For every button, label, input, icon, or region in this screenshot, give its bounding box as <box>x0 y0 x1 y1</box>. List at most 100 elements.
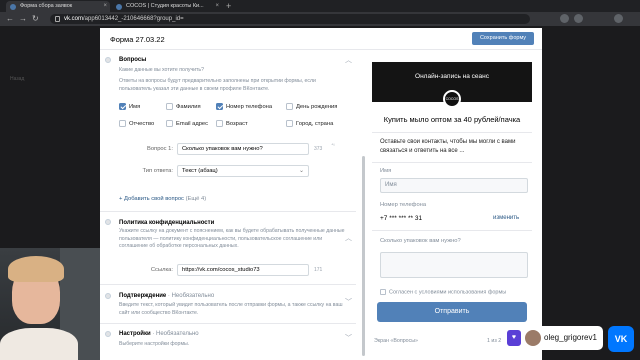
save-form-button[interactable]: Сохранить форму <box>472 32 534 45</box>
custom-question-input[interactable]: Сколько упаковок вам нужно? <box>177 143 309 155</box>
preview-page-counter: 1 из 2 <box>487 338 502 344</box>
chevron-down-icon[interactable]: ﹀ <box>345 335 352 342</box>
privacy-title: Политика конфиденциальности <box>119 220 215 226</box>
preview-title: Купить мыло оптом за 40 рублей/пачка <box>383 115 521 124</box>
settings-hint: Выберите настройки формы. <box>119 341 190 347</box>
add-question-link[interactable]: + Добавить свой вопрос (Ещё 4) <box>119 196 206 202</box>
vk-favicon <box>116 4 122 10</box>
questions-title: Вопросы <box>119 57 147 63</box>
questions-radio-icon <box>105 57 111 63</box>
url-host: vk.com <box>64 16 84 22</box>
chevron-up-icon[interactable]: ︿ <box>345 235 352 242</box>
preview-divider <box>372 162 532 163</box>
new-tab-button[interactable]: + <box>226 0 231 12</box>
privacy-radio-icon <box>105 219 111 225</box>
consent-text: Согласен с условиями использования формы <box>389 289 507 296</box>
lock-icon <box>55 16 60 22</box>
answer-type-select[interactable]: Текст (абзац) ⌄ <box>177 165 309 177</box>
vk-favicon <box>10 4 16 10</box>
scrollbar[interactable] <box>362 156 365 356</box>
url-path: /app6013442_-210646668?group_id= <box>83 16 184 22</box>
confirmation-title-text: Подтверждение <box>119 293 167 299</box>
checkbox-birthday[interactable] <box>286 103 293 110</box>
answer-type-value: Текст (абзац) <box>182 168 218 174</box>
optional-tag: · Необязательно <box>152 331 199 337</box>
profile-avatar-icon[interactable] <box>614 14 623 23</box>
checkbox-last-name[interactable] <box>166 103 173 110</box>
form-preview: Онлайн-запись на сеанс COCOS Купить мыло… <box>372 62 532 354</box>
extensions-puzzle-icon[interactable] <box>574 14 583 23</box>
modal-title: Форма 27.03.22 <box>110 35 165 44</box>
streamer-badge: ♥ oleg_grigorev1 <box>507 326 603 350</box>
chevron-down-icon[interactable]: ﹀ <box>345 299 352 306</box>
tab-title: Форма сбора заявок <box>20 3 73 9</box>
preview-description: Оставьте свои контакты, чтобы мы могли с… <box>380 139 516 154</box>
answer-type-label: Тип ответа: <box>142 168 174 174</box>
section-divider <box>100 211 356 212</box>
drag-handle-icon[interactable]: ⁺ˡ <box>331 143 334 149</box>
webcam-overlay <box>0 248 100 360</box>
preview-question-label: Сколько упаковок вам нужно? <box>380 238 461 244</box>
add-question-label: Добавить свой вопрос <box>124 196 184 202</box>
custom-question-label: Вопрос 1: <box>146 146 173 152</box>
checkbox-first-name[interactable] <box>119 103 126 110</box>
chevron-up-icon[interactable]: ︿ <box>345 57 352 64</box>
vk-logo-icon: VK <box>608 326 634 352</box>
webcam-person-body <box>0 328 78 360</box>
section-divider <box>100 323 356 324</box>
back-arrow-icon[interactable]: ← <box>6 13 14 25</box>
preview-divider <box>372 132 532 133</box>
webcam-person-hair <box>8 256 64 282</box>
chevron-down-icon: ⌄ <box>298 168 304 174</box>
checkbox-patronymic[interactable] <box>119 120 126 127</box>
privacy-link-label: Ссылка: <box>150 267 173 273</box>
add-question-remaining: (Ещё 4) <box>185 196 207 202</box>
checkbox-city[interactable] <box>286 120 293 127</box>
preview-consent[interactable]: Согласен с условиями использования формы <box>380 289 506 295</box>
questions-hint: Ответы на вопросы будут предварительно з… <box>119 78 316 92</box>
browser-tab-form[interactable]: Форма сбора заявок × <box>6 1 110 12</box>
checkbox-label: Город, страна <box>296 121 334 127</box>
privacy-hint: Укажите ссылку на документ с пояснением,… <box>119 228 345 249</box>
section-divider <box>100 284 356 285</box>
preview-divider <box>372 230 532 231</box>
reload-icon[interactable]: ↻ <box>32 13 39 25</box>
preview-submit-button[interactable]: Отправить <box>377 302 527 322</box>
checkbox-label: Имя <box>129 104 141 110</box>
forward-arrow-icon[interactable]: → <box>19 13 27 25</box>
confirmation-radio-icon <box>105 293 111 299</box>
settings-title-text: Настройки <box>119 331 151 337</box>
checkbox-label: Фамилия <box>176 104 201 110</box>
extension-icon[interactable] <box>560 14 569 23</box>
close-tab-icon[interactable]: × <box>215 1 219 12</box>
questions-subtitle: Какие данные вы хотите получить? <box>119 67 205 73</box>
preview-phone-change-link[interactable]: изменить <box>493 215 519 221</box>
close-tab-icon[interactable]: × <box>103 1 107 12</box>
confirmation-title: Подтверждение · Необязательно <box>119 293 214 299</box>
streamer-username: oleg_grigorev1 <box>544 333 597 342</box>
checkbox-age[interactable] <box>216 120 223 127</box>
consent-checkbox[interactable] <box>380 289 386 295</box>
settings-title: Настройки · Необязательно <box>119 331 199 337</box>
checkbox-phone[interactable] <box>216 103 223 110</box>
checkbox-label: Отчество <box>129 121 155 127</box>
privacy-link-counter: 171 <box>314 267 323 273</box>
cocos-logo: COCOS <box>443 90 461 108</box>
privacy-link-input[interactable]: https://vk.com/cocos_studio73 <box>177 264 309 276</box>
preview-screen-name: Экран «Вопросы» <box>374 338 418 344</box>
browser-tabbar: Форма сбора заявок × COCOS | Студия крас… <box>0 0 640 12</box>
checkbox-label: Номер телефона <box>226 104 273 110</box>
browser-tab-cocos[interactable]: COCOS | Студия красоты Ки... × <box>112 1 222 12</box>
checkbox-email[interactable] <box>166 120 173 127</box>
tab-title: COCOS | Студия красоты Ки... <box>126 3 204 9</box>
back-link[interactable]: Назад <box>10 76 24 82</box>
checkbox-label: Возраст <box>226 121 248 127</box>
url-field[interactable]: vk.com/app6013442_-210646668?group_id= <box>50 14 530 24</box>
form-editor-modal: Форма 27.03.22 Сохранить форму Вопросы К… <box>100 28 542 360</box>
custom-question-counter: 373 <box>314 146 323 152</box>
preview-phone-label: Номер телефона <box>380 202 427 208</box>
checkbox-label: День рождения <box>296 104 338 110</box>
heart-icon: ♥ <box>507 330 521 346</box>
preview-question-textarea[interactable] <box>380 252 528 278</box>
preview-name-input[interactable]: Имя <box>380 178 528 193</box>
